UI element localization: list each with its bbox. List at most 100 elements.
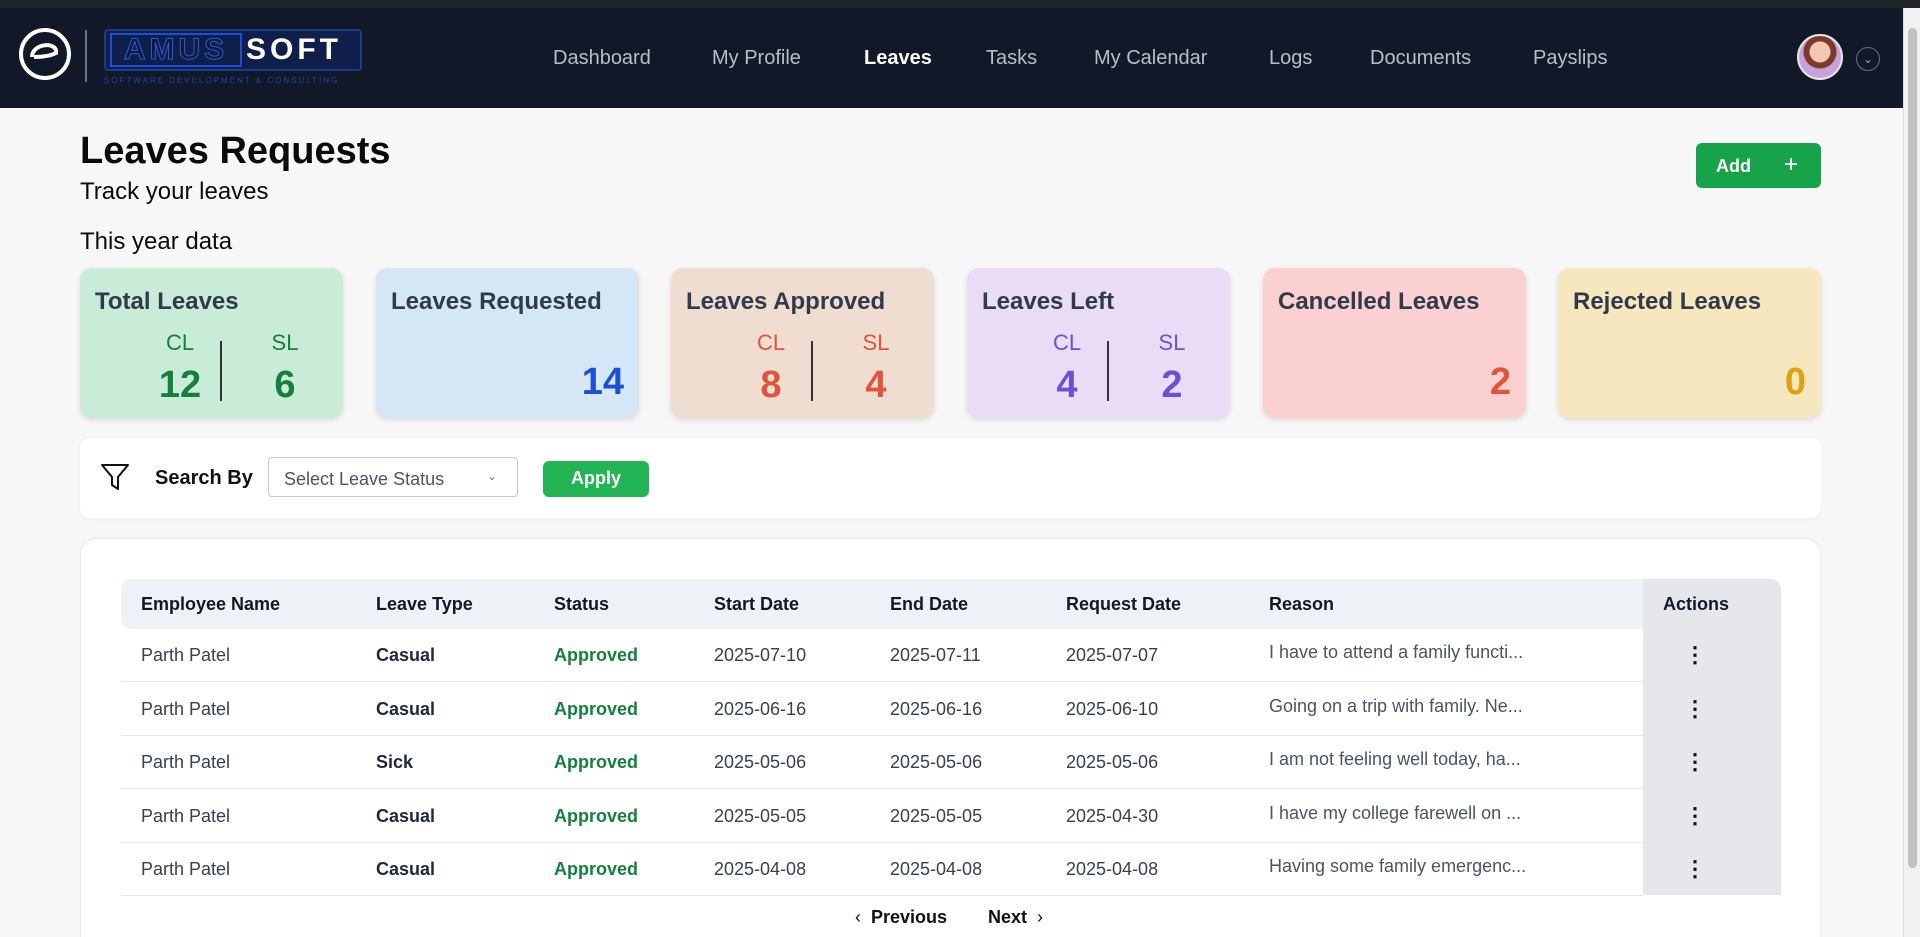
chevron-down-icon[interactable]: ⌄ <box>1856 47 1880 71</box>
select-placeholder: Select Leave Status <box>284 469 445 489</box>
add-button-label: Add <box>1716 156 1751 176</box>
card-title: Total Leaves <box>95 288 239 315</box>
cell-end: 2025-07-11 <box>890 645 981 665</box>
more-options-icon[interactable]: ⋮ <box>1680 854 1710 884</box>
table-header: Employee Name Leave Type Status Start Da… <box>121 579 1781 629</box>
sl-value: 6 <box>274 364 296 406</box>
divider <box>1107 341 1109 401</box>
cell-type: Casual <box>376 805 436 826</box>
card-cancelled-leaves: Cancelled Leaves 2 <box>1263 268 1526 418</box>
column-header: Leave Type <box>376 594 473 614</box>
cell-end: 2025-05-05 <box>890 805 983 826</box>
table-row: Parth Patel Casual Approved 2025-05-05 2025-… <box>121 790 1643 843</box>
leave-status-select[interactable]: Select Leave Status ⌄ <box>268 457 518 497</box>
cell-reason: I am not feeling well today, ha... <box>1269 749 1521 769</box>
column-header: Status <box>554 594 610 614</box>
page-scrollbar[interactable] <box>1903 8 1920 937</box>
cell-request: 2025-07-07 <box>1066 645 1159 665</box>
cell-request: 2025-05-06 <box>1066 752 1159 772</box>
nav-item-my-calendar[interactable]: My Calendar <box>1094 8 1207 108</box>
nav-item-logs[interactable]: Logs <box>1269 8 1312 108</box>
more-options-icon[interactable]: ⋮ <box>1680 640 1710 670</box>
cell-reason: Having some family emergenc... <box>1269 856 1527 876</box>
column-header: End Date <box>890 594 969 614</box>
card-total-leaves: Total Leaves CL 12 SL 6 <box>80 268 343 418</box>
cell-status: Approved <box>554 645 639 665</box>
filter-label: Search By <box>155 467 253 489</box>
more-options-icon[interactable]: ⋮ <box>1680 694 1710 724</box>
sl-label: SL <box>862 330 890 355</box>
cell-start: 2025-04-08 <box>714 859 807 879</box>
cell-request: 2025-06-10 <box>1066 698 1159 719</box>
cell-name: Parth Patel <box>141 645 231 665</box>
cell-type: Casual <box>376 698 436 719</box>
cell-end: 2025-04-08 <box>890 859 983 879</box>
page-subtitle: Track your leaves <box>80 178 269 205</box>
nav-item-payslips[interactable]: Payslips <box>1533 8 1607 108</box>
chevron-left-icon: ‹ <box>855 907 861 927</box>
add-leave-button[interactable]: Add + <box>1696 143 1821 188</box>
cell-reason: I have my college farewell on ... <box>1269 802 1522 823</box>
next-page-button[interactable]: Next › <box>988 907 1043 928</box>
card-value: 0 <box>1784 361 1806 403</box>
nav-item-documents[interactable]: Documents <box>1370 8 1471 108</box>
cell-type: Casual <box>376 859 436 879</box>
next-label: Next <box>988 907 1028 927</box>
cell-end: 2025-06-16 <box>890 698 983 719</box>
cl-value: 12 <box>158 364 202 406</box>
main-nav: Dashboard My Profile Leaves Tasks My Cal… <box>0 8 1900 108</box>
browser-top-strip <box>0 0 1920 8</box>
sl-label: SL <box>1158 330 1186 355</box>
nav-item-leaves[interactable]: Leaves <box>864 8 932 108</box>
table-row: Parth Patel Casual Approved 2025-04-08 2025-… <box>121 843 1643 896</box>
cell-start: 2025-05-05 <box>714 805 807 826</box>
apply-button[interactable]: Apply <box>543 461 649 497</box>
cell-status: Approved <box>554 859 639 879</box>
cell-start: 2025-06-16 <box>714 698 807 719</box>
cell-name: Parth Patel <box>141 805 231 826</box>
cell-start: 2025-05-06 <box>714 752 807 772</box>
previous-page-button[interactable]: ‹ Previous <box>855 907 947 928</box>
cell-name: Parth Patel <box>141 859 231 879</box>
user-avatar[interactable] <box>1797 34 1843 80</box>
nav-item-tasks[interactable]: Tasks <box>986 8 1037 108</box>
sl-value: 4 <box>865 364 887 406</box>
cell-status: Approved <box>554 698 639 719</box>
card-rejected-leaves: Rejected Leaves 0 <box>1558 268 1821 418</box>
table-row: Parth Patel Casual Approved 2025-06-16 2025-… <box>121 683 1643 736</box>
cell-name: Parth Patel <box>141 752 231 772</box>
more-options-icon[interactable]: ⋮ <box>1680 801 1710 831</box>
card-leaves-approved: Leaves Approved CL 8 SL 4 <box>671 268 934 418</box>
chevron-right-icon: › <box>1037 907 1044 927</box>
cell-request: 2025-04-08 <box>1066 859 1159 879</box>
cl-value: 4 <box>1056 364 1078 406</box>
nav-item-dashboard[interactable]: Dashboard <box>553 8 651 108</box>
nav-item-my-profile[interactable]: My Profile <box>712 8 801 108</box>
cell-start: 2025-07-10 <box>714 645 807 665</box>
column-header: Reason <box>1269 594 1335 614</box>
filter-icon[interactable] <box>100 462 130 492</box>
more-options-icon[interactable]: ⋮ <box>1680 747 1710 777</box>
section-heading: This year data <box>80 228 233 255</box>
chevron-down-icon: ⌄ <box>487 469 498 483</box>
card-leaves-requested: Leaves Requested 14 <box>376 268 639 418</box>
cell-type: Casual <box>376 645 436 665</box>
scrollbar-thumb[interactable] <box>1908 28 1917 868</box>
column-header: Actions <box>1663 594 1730 614</box>
card-title: Cancelled Leaves <box>1278 288 1480 315</box>
card-value: 2 <box>1489 361 1511 403</box>
previous-label: Previous <box>871 907 948 927</box>
cell-request: 2025-04-30 <box>1066 805 1159 826</box>
card-title: Leaves Requested <box>391 288 602 315</box>
cell-type: Sick <box>376 752 414 772</box>
column-header: Employee Name <box>141 594 281 614</box>
table-row: Parth Patel Casual Approved 2025-07-10 2025-… <box>121 629 1643 682</box>
page-title: Leaves Requests <box>80 130 391 172</box>
cell-status: Approved <box>554 752 639 772</box>
cl-label: CL <box>756 330 786 355</box>
card-title: Leaves Approved <box>686 288 886 315</box>
table-row: Parth Patel Sick Approved 2025-05-06 2025-05… <box>121 736 1643 789</box>
card-title: Rejected Leaves <box>1573 288 1762 315</box>
divider <box>220 341 222 401</box>
cl-label: CL <box>165 330 195 355</box>
